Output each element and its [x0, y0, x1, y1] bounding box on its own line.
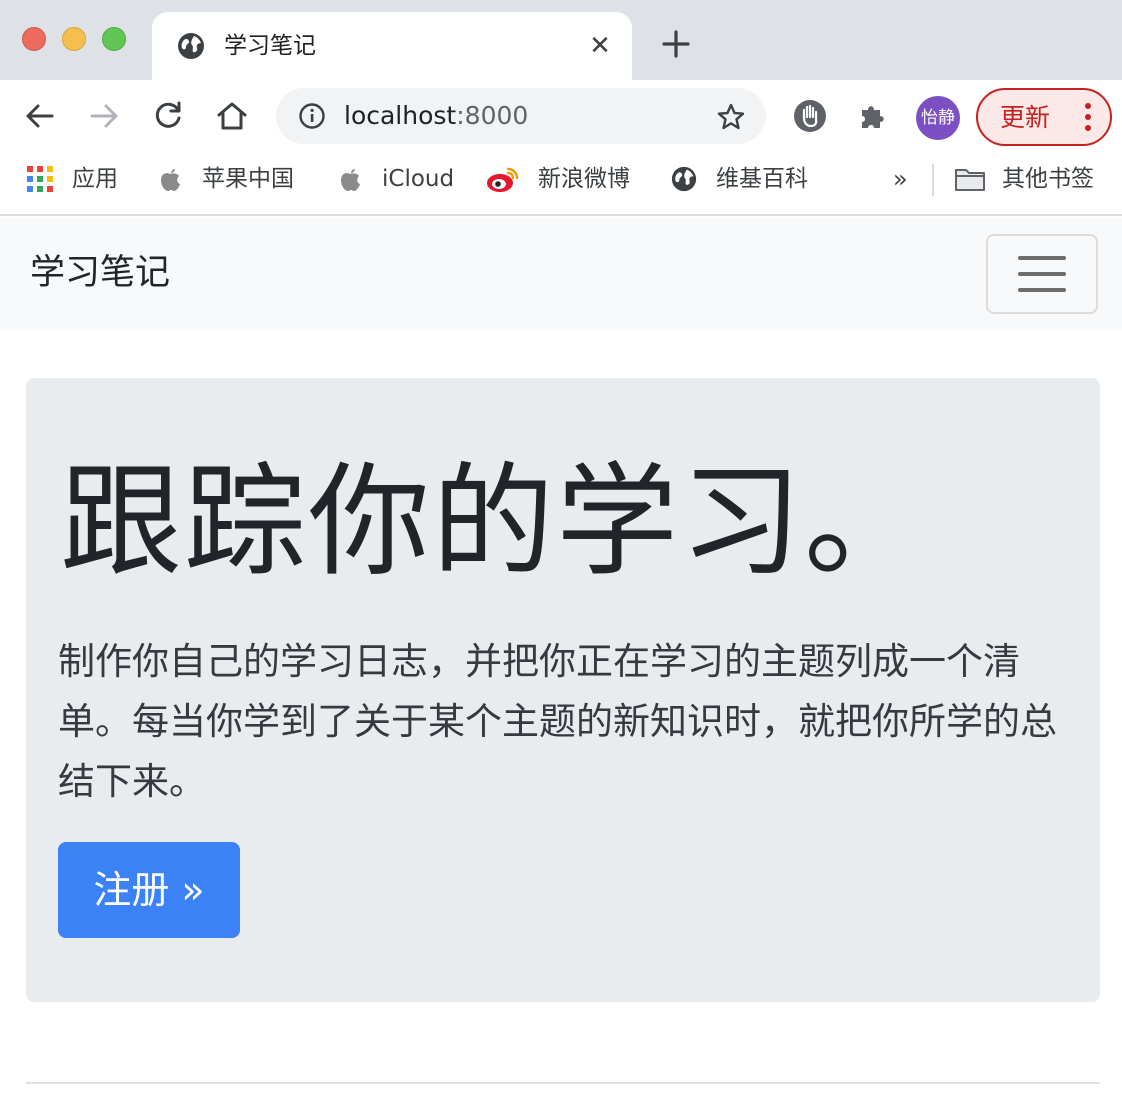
close-tab-icon[interactable]: ✕ — [586, 32, 614, 60]
bookmark-label: 新浪微博 — [538, 166, 630, 192]
navbar-toggler-button[interactable] — [986, 234, 1098, 314]
back-arrow-icon[interactable] — [22, 98, 58, 134]
site-info-icon[interactable] — [298, 102, 326, 130]
update-button[interactable]: 更新 — [976, 88, 1112, 146]
globe-icon — [178, 33, 204, 59]
new-tab-icon[interactable] — [660, 28, 692, 60]
tab-title: 学习笔记 — [224, 33, 316, 59]
bookmark-label: 苹果中国 — [202, 166, 294, 192]
address-bar[interactable]: localhost:8000 — [276, 88, 766, 144]
url-port: :8000 — [456, 101, 529, 130]
apps-grid-icon — [27, 166, 53, 192]
update-label: 更新 — [1000, 103, 1051, 132]
page-divider — [26, 1082, 1100, 1084]
url-text: localhost:8000 — [344, 101, 528, 131]
globe-icon — [671, 166, 697, 192]
minimize-window-button[interactable] — [62, 27, 86, 51]
bookmark-wikipedia[interactable]: 维基百科 — [670, 164, 808, 194]
more-vertical-icon[interactable] — [1084, 102, 1092, 132]
bookmarks-bar: 应用 苹果中国 iCloud 新浪微博 维基百科 » 其他书签 — [0, 152, 1122, 216]
bookmark-label: 应用 — [72, 166, 118, 192]
weibo-icon — [487, 167, 519, 192]
bookmark-apps[interactable]: 应用 — [26, 164, 118, 194]
hamburger-icon — [1018, 288, 1066, 292]
apple-icon — [161, 169, 180, 191]
bookmark-star-icon[interactable] — [716, 102, 746, 132]
profile-avatar[interactable]: 怡静 — [916, 96, 960, 140]
bookmark-label: iCloud — [382, 166, 455, 192]
bookmark-label: 维基百科 — [716, 166, 808, 192]
hero-title: 跟踪你的学习。 — [60, 451, 928, 593]
browser-toolbar: localhost:8000 怡静 更新 — [0, 80, 1122, 152]
folder-icon — [955, 169, 985, 191]
hero-jumbotron: 跟踪你的学习。 制作你自己的学习日志，并把你正在学习的主题列成一个清单。每当你学… — [26, 378, 1100, 1002]
close-window-button[interactable] — [22, 27, 46, 51]
browser-tab[interactable]: 学习笔记 ✕ — [152, 12, 632, 80]
hamburger-icon — [1018, 272, 1066, 276]
forward-arrow-icon[interactable] — [86, 98, 122, 134]
bookmarks-separator — [932, 164, 934, 196]
bookmark-label: 其他书签 — [1002, 166, 1094, 192]
bookmarks-overflow-chevron[interactable]: » — [893, 164, 908, 194]
bookmark-apple-china[interactable]: 苹果中国 — [156, 164, 294, 194]
tab-strip: 学习笔记 ✕ — [0, 0, 1122, 80]
zoom-window-button[interactable] — [102, 27, 126, 51]
url-host: localhost — [344, 101, 457, 130]
apple-icon — [341, 169, 360, 191]
site-navbar: 学习笔记 — [0, 218, 1122, 330]
extensions-puzzle-icon[interactable] — [856, 98, 892, 134]
hero-lead-text: 制作你自己的学习日志，并把你正在学习的主题列成一个清单。每当你学到了关于某个主题… — [58, 640, 1057, 803]
hand-extension-icon[interactable] — [792, 98, 828, 134]
register-button[interactable]: 注册 » — [58, 842, 240, 938]
navbar-brand-link[interactable]: 学习笔记 — [30, 250, 170, 296]
bookmark-icloud[interactable]: iCloud — [336, 164, 454, 194]
home-icon[interactable] — [214, 98, 250, 134]
bookmark-weibo[interactable]: 新浪微博 — [486, 164, 630, 194]
other-bookmarks-folder[interactable]: 其他书签 — [954, 164, 1094, 194]
hamburger-icon — [1018, 256, 1066, 260]
reload-icon[interactable] — [150, 98, 186, 134]
